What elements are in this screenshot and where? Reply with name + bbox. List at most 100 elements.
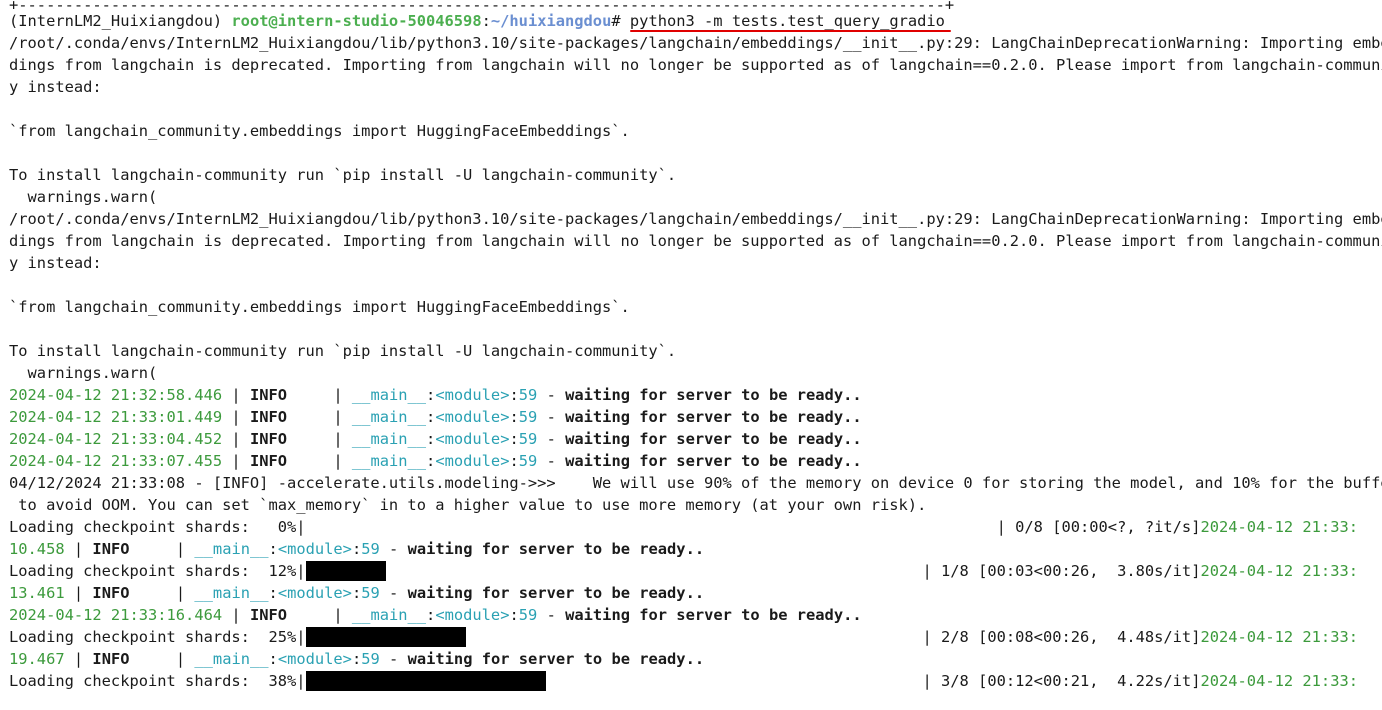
log-func: <module> — [435, 452, 510, 470]
progress-stats-tail: | 3/8 [00:12<00:21, 4.22s/it]2024-04-12 … — [922, 670, 1358, 692]
log-line: 2024-04-12 21:33:16.464 | INFO | __main_… — [9, 604, 1382, 626]
prompt-separator: : — [481, 12, 491, 30]
log-timestamp: 2024-04-12 21:33: — [1200, 672, 1358, 690]
log-level: INFO — [92, 540, 130, 558]
log-level: INFO — [92, 584, 130, 602]
progress-bar — [305, 561, 386, 581]
log-module: __main__ — [351, 408, 427, 426]
log-message: waiting for server to be ready.. — [565, 606, 862, 624]
log-pad — [287, 430, 324, 448]
log-lineno: 59 — [361, 540, 380, 558]
log-line: 2024-04-12 21:33:04.452 | INFO | __main_… — [9, 428, 1382, 450]
log-pad — [287, 386, 324, 404]
log-sep: | — [222, 408, 250, 426]
log-lineno: 59 — [518, 408, 538, 426]
log-sep: | — [166, 540, 195, 558]
table-border-line: +---------------------------------------… — [9, 0, 955, 10]
log-module: __main__ — [194, 540, 269, 558]
log-func: <module> — [435, 430, 510, 448]
log-module: __main__ — [194, 584, 269, 602]
log-colon: : — [268, 540, 278, 558]
log-pad — [130, 584, 167, 602]
log-timestamp: 2024-04-12 21:32:58.446 — [9, 386, 223, 404]
log-pad — [287, 606, 324, 624]
shell-prompt-line: (InternLM2_Huixiangdou) root@intern-stud… — [9, 10, 1382, 32]
log-colon: : — [351, 650, 362, 668]
warning-line: `from langchain_community.embeddings imp… — [9, 122, 630, 140]
log-line: 2024-04-12 21:32:58.446 | INFO | __main_… — [9, 384, 1382, 406]
log-message: waiting for server to be ready.. — [407, 650, 705, 668]
log-timestamp: 2024-04-12 21:33: — [1200, 628, 1358, 646]
log-line: 2024-04-12 21:33:01.449 | INFO | __main_… — [9, 406, 1382, 428]
log-lineno: 59 — [518, 452, 538, 470]
progress-percent: 25%| — [259, 628, 306, 646]
warning-line: /root/.conda/envs/InternLM2_Huixiangdou/… — [9, 210, 1382, 228]
log-module: __main__ — [194, 650, 269, 668]
prompt-path: ~/huixiangdou — [490, 12, 612, 30]
log-dash: - — [537, 430, 566, 448]
log-sep: | — [166, 584, 195, 602]
log-sep: | — [222, 430, 250, 448]
progress-line: Loading checkpoint shards: 38%| | 3/8 [00… — [9, 670, 1382, 692]
log-sep: | — [222, 386, 250, 404]
progress-line: Loading checkpoint shards: 25%| | 2/8 [00… — [9, 626, 1382, 648]
log-lineno: 59 — [518, 430, 538, 448]
log-pad — [287, 408, 324, 426]
warning-line: dings from langchain is deprecated. Impo… — [9, 56, 1382, 74]
log-func: <module> — [435, 408, 510, 426]
log-timestamp: 13.461 — [9, 584, 65, 602]
log-lineno: 59 — [518, 606, 538, 624]
warning-line: warnings.warn( — [9, 188, 158, 206]
progress-percent: 38%| — [259, 672, 306, 690]
warning-line: To install langchain-community run `pip … — [9, 166, 677, 184]
log-timestamp: 2024-04-12 21:33:04.452 — [9, 430, 223, 448]
log-colon: : — [426, 386, 436, 404]
progress-percent: 0%| — [259, 518, 306, 536]
log-level: INFO — [249, 606, 288, 624]
progress-bar — [305, 671, 546, 691]
log-line: 13.461 | INFO | __main__:<module>:59 - w… — [9, 582, 1382, 604]
warning-line: y instead: — [9, 254, 102, 272]
progress-stats-tail: | 2/8 [00:08<00:26, 4.48s/it]2024-04-12 … — [922, 626, 1358, 648]
log-colon: : — [351, 584, 362, 602]
log-lineno: 59 — [361, 584, 380, 602]
log-level: INFO — [249, 408, 288, 426]
log-message: waiting for server to be ready.. — [565, 386, 862, 404]
log-sep: | — [222, 452, 250, 470]
warning-line: /root/.conda/envs/InternLM2_Huixiangdou/… — [9, 34, 1382, 52]
log-func: <module> — [277, 584, 352, 602]
progress-label: Loading checkpoint shards: — [9, 628, 250, 646]
log-sep: | — [324, 386, 352, 404]
warning-line: y instead: — [9, 78, 102, 96]
log-message: waiting for server to be ready.. — [565, 408, 862, 426]
log-colon: : — [426, 606, 436, 624]
log-func: <module> — [277, 540, 352, 558]
progress-stats: | 1/8 [00:03<00:26, 3.80s/it] — [922, 562, 1201, 580]
log-lineno: 59 — [361, 650, 380, 668]
log-colon: : — [426, 452, 436, 470]
log-line: 10.458 | INFO | __main__:<module>:59 - w… — [9, 538, 1382, 560]
log-sep: | — [324, 452, 352, 470]
prompt-hash: # — [611, 12, 621, 30]
log-dash: - — [379, 540, 408, 558]
log-colon: : — [351, 540, 362, 558]
log-module: __main__ — [351, 430, 427, 448]
log-sep: | — [324, 408, 352, 426]
log-timestamp: 2024-04-12 21:33:01.449 — [9, 408, 223, 426]
progress-stats: | 3/8 [00:12<00:21, 4.22s/it] — [922, 672, 1201, 690]
log-timestamp: 19.467 — [9, 650, 65, 668]
log-func: <module> — [435, 386, 510, 404]
log-colon: : — [268, 584, 278, 602]
log-module: __main__ — [351, 452, 427, 470]
log-timestamp: 2024-04-12 21:33:16.464 — [9, 606, 223, 624]
progress-label: Loading checkpoint shards: — [9, 518, 250, 536]
log-timestamp: 2024-04-12 21:33: — [1200, 562, 1358, 580]
user-host: root@intern-studio-50046598 — [231, 12, 482, 30]
terminal[interactable]: +---------------------------------------… — [0, 0, 1382, 692]
log-level: INFO — [249, 386, 288, 404]
log-sep: | — [222, 606, 250, 624]
log-line: 19.467 | INFO | __main__:<module>:59 - w… — [9, 648, 1382, 670]
